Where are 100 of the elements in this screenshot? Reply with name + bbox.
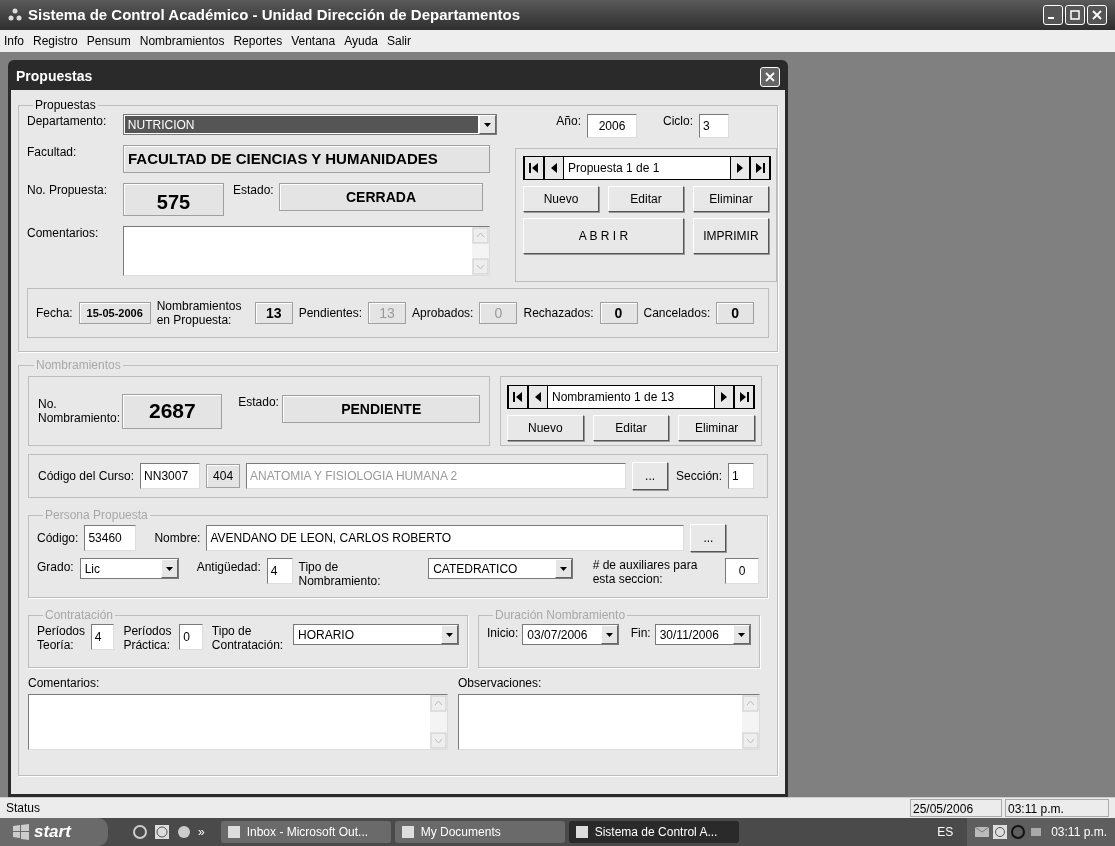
button[interactable]: ... — [632, 462, 669, 490]
next-record-button[interactable] — [730, 157, 750, 179]
menu-item[interactable]: Ayuda — [344, 32, 378, 50]
more-icon[interactable]: » — [198, 823, 205, 841]
field-label: Tipo de Nombramiento: — [298, 560, 382, 588]
value-field: 15-05-2006 — [78, 302, 151, 324]
button[interactable]: Eliminar — [678, 415, 755, 441]
start-logo-icon — [12, 824, 30, 840]
dropdown[interactable]: NUTRICION — [122, 114, 497, 135]
field-label: Comentarios: — [28, 676, 101, 690]
skip-start-icon — [527, 161, 541, 175]
input-field[interactable]: 4 — [266, 558, 293, 584]
last-record-button[interactable] — [750, 157, 770, 179]
taskbar-button[interactable]: Sistema de Control A... — [568, 821, 739, 843]
field-label: No. Propuesta: — [27, 183, 109, 197]
close-button[interactable] — [1087, 5, 1107, 25]
dropdown[interactable]: HORARIO — [293, 624, 459, 645]
input-field[interactable]: 0 — [725, 558, 759, 584]
start-button[interactable]: start — [0, 818, 108, 846]
status-text: Status — [5, 800, 42, 817]
dropdown[interactable]: CATEDRATICO — [428, 558, 573, 579]
language-indicator[interactable]: ES — [937, 823, 954, 841]
field-label: Departamento: — [27, 114, 108, 128]
field-label: Fecha: — [36, 306, 73, 320]
button[interactable]: Eliminar — [693, 186, 769, 212]
taskbar-button[interactable]: Inbox - Microsoft Out... — [220, 821, 391, 843]
input-field[interactable]: NN3007 — [140, 463, 201, 489]
minimize-button[interactable] — [1043, 5, 1063, 25]
field-label: Fin: — [630, 626, 651, 640]
input-field[interactable]: 3 — [699, 114, 729, 138]
window-icon — [574, 825, 589, 839]
field-label: Cancelados: — [643, 306, 711, 320]
button[interactable]: Nuevo — [507, 415, 584, 441]
menu-item[interactable]: Reportes — [233, 32, 283, 50]
maximize-icon — [1069, 9, 1081, 21]
dropdown[interactable]: 03/07/2006 — [522, 624, 619, 645]
input-field[interactable]: 2006 — [587, 114, 637, 138]
button[interactable]: IMPRIMIR — [692, 218, 769, 254]
field-label: Código: — [37, 531, 79, 545]
field-label: Pendientes: — [298, 306, 363, 320]
field-label: Sección: — [676, 469, 723, 483]
taskbar-button[interactable]: My Documents — [394, 821, 565, 843]
dropdown-arrow-icon — [559, 566, 567, 571]
button[interactable]: Editar — [608, 186, 684, 212]
minimize-icon — [1048, 17, 1054, 19]
button[interactable]: ... — [690, 524, 727, 552]
value-field: 0 — [599, 302, 638, 324]
field-label: Nombramientos en Propuesta: — [156, 299, 243, 327]
close-icon — [1091, 9, 1103, 21]
first-record-button[interactable] — [524, 157, 544, 179]
button[interactable]: Editar — [592, 415, 670, 441]
input-field[interactable]: 4 — [90, 624, 115, 650]
close-icon — [764, 70, 776, 83]
menu-item[interactable]: Nombramientos — [139, 32, 225, 50]
menu-item[interactable]: Registro — [33, 32, 78, 50]
group-label: Nombramientos — [35, 357, 122, 374]
skip-end-icon — [753, 161, 767, 175]
input-field[interactable]: AVENDANO DE LEON, CARLOS ROBERTO — [206, 525, 685, 551]
menu-item[interactable]: Info — [4, 32, 24, 50]
last-record-button[interactable] — [734, 386, 754, 408]
clock-icon[interactable] — [154, 824, 170, 840]
button[interactable]: Nuevo — [523, 186, 599, 212]
next-record-button[interactable] — [714, 386, 734, 408]
dropdown-arrow-icon — [738, 632, 745, 637]
clock-icon[interactable] — [993, 825, 1008, 839]
input-field[interactable]: 1 — [728, 463, 755, 489]
prev-record-button[interactable] — [528, 386, 548, 408]
menu-item[interactable]: Salir — [387, 32, 411, 50]
status-date: 25/05/2006 — [910, 799, 1002, 817]
dropdown[interactable]: Lic — [79, 558, 179, 579]
menu-item[interactable]: Ventana — [291, 32, 336, 50]
field-label: Rechazados: — [523, 306, 594, 320]
input-field[interactable]: 0 — [179, 624, 203, 650]
skip-end-icon — [737, 390, 751, 404]
app-icon — [8, 8, 22, 22]
tray-icon[interactable] — [1029, 825, 1044, 839]
maximize-button[interactable] — [1065, 5, 1085, 25]
mail-icon[interactable] — [975, 826, 990, 838]
app-title: Sistema de Control Académico - Unidad Dirección de Departamentos — [28, 4, 521, 25]
status-time: 03:11 p.m. — [1005, 799, 1109, 817]
close-button[interactable] — [760, 66, 780, 87]
prev-record-button[interactable] — [544, 157, 564, 179]
field-label: Año: — [556, 114, 581, 128]
field-label: Períodos Teoría: — [37, 624, 86, 652]
dropdown-arrow-icon — [484, 122, 491, 127]
field-label: Antigüedad: — [196, 560, 261, 574]
value-field: 13 — [254, 302, 293, 324]
group-label: Propuestas — [34, 97, 97, 114]
field-label: No. Nombramiento: — [38, 397, 122, 425]
dropdown[interactable]: 30/11/2006 — [654, 624, 751, 645]
dropdown-arrow-icon — [446, 632, 453, 637]
first-record-button[interactable] — [508, 386, 528, 408]
field-label: Código del Curso: — [38, 469, 135, 483]
input-field[interactable]: 53460 — [84, 525, 137, 551]
menu-item[interactable]: Pensum — [86, 32, 131, 50]
group-label: Duración Nombramiento — [494, 607, 627, 624]
field-label: Ciclo: — [663, 114, 693, 128]
button[interactable]: A B R I R — [523, 218, 684, 254]
value-field: 2687 — [122, 393, 223, 429]
group-label: Persona Propuesta — [44, 507, 149, 524]
